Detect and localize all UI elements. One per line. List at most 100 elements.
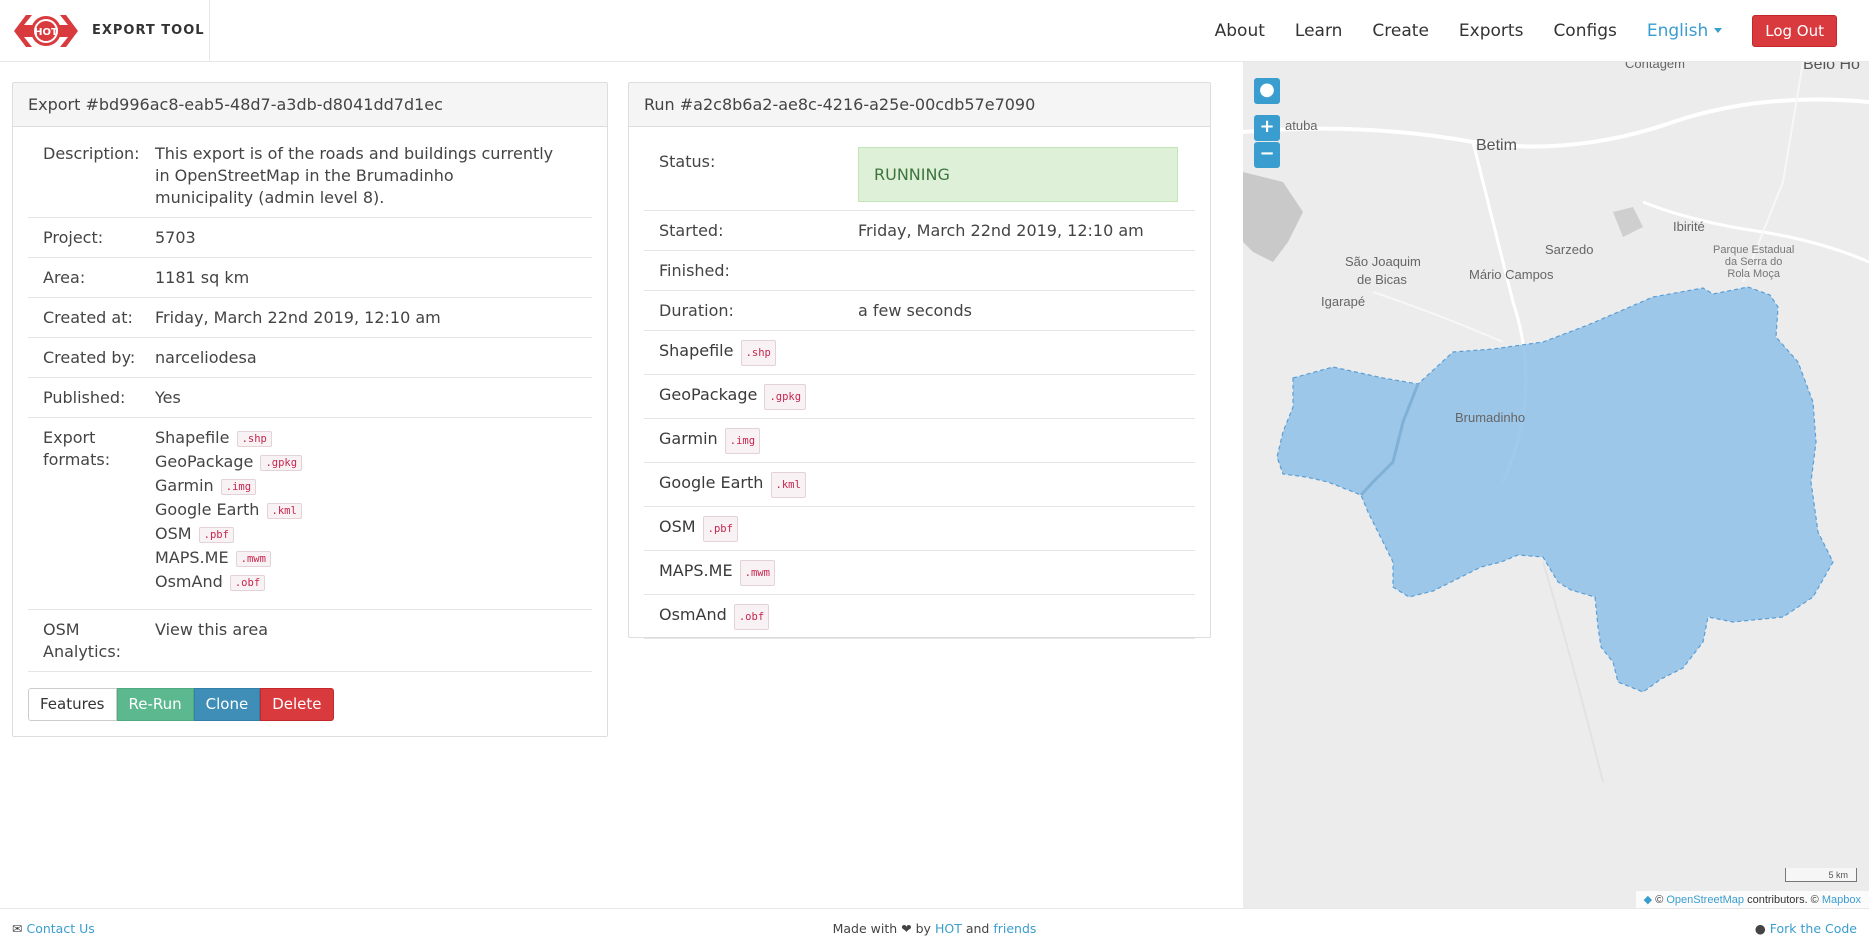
place-label: Ibirité [1673,219,1705,234]
created-at-label: Created at: [43,308,133,327]
description-value: This export is of the roads and building… [155,144,554,207]
mapbox-icon: ◆ [1643,894,1653,906]
file-ext: .shp [740,340,776,366]
format-name: Google Earth [155,500,260,519]
caret-down-icon [1714,28,1723,33]
export-formats-label: Export formats: [43,428,111,469]
place-label: Parque Estadual da Serra do Rola Moça [1713,244,1795,280]
format-item: MAPS.ME .mwm [155,547,302,571]
format-item: Shapefile .shp [155,427,302,451]
project-value: 5703 [155,228,196,247]
zoom-out-button[interactable]: − [1254,142,1280,168]
format-name: OSM [155,524,192,543]
rerun-button[interactable]: Re-Run [116,688,194,721]
file-ext: .kml [770,472,806,498]
zoom-in-button[interactable]: + [1254,115,1280,141]
format-ext: .obf [229,575,266,591]
place-label: atuba [1285,118,1318,133]
nav-create[interactable]: Create [1372,21,1429,41]
place-label: Brumadinho [1455,410,1526,425]
place-label: São Joaquim [1345,254,1421,269]
export-area-polygon [1276,286,1834,693]
format-item: OsmAnd .obf [155,571,302,595]
clone-button[interactable]: Clone [193,688,261,721]
format-name: Garmin [155,476,214,495]
fork-code[interactable]: ● Fork the Code [1755,921,1857,936]
nav-exports[interactable]: Exports [1459,21,1524,41]
language-dropdown[interactable]: English [1646,20,1723,41]
duration-label: Duration: [659,301,734,320]
github-icon: ● [1754,921,1766,936]
file-row: OSM .pbf [644,507,1195,551]
format-item: OSM .pbf [155,523,302,547]
started-value: Friday, March 22nd 2019, 12:10 am [858,221,1144,240]
file-ext: .obf [733,604,770,630]
road [1372,291,1504,343]
run-panel: Run #a2c8b6a2-ae8c-4216-a25e-00cdb57e709… [628,82,1211,639]
map-basemap [1243,62,1869,783]
file-name: OsmAnd [659,605,727,624]
format-ext: .gpkg [260,455,303,471]
place-label: Belo Ho [1803,62,1860,73]
file-ext: .img [724,428,761,454]
created-at-value: Friday, March 22nd 2019, 12:10 am [155,308,441,327]
file-row: Shapefile .shp [644,331,1195,375]
format-item: GeoPackage .gpkg [155,451,303,475]
format-name: Shapefile [155,428,230,447]
format-name: GeoPackage [155,452,254,471]
format-ext: .kml [266,503,302,519]
format-name: MAPS.ME [155,548,229,567]
features-button[interactable]: Features [28,688,117,721]
export-actions: Features Re-Run Clone Delete [28,688,592,721]
export-panel: Export #bd996ac8-eab5-48d7-a3db-d8041dd7… [12,82,608,737]
water-area [1613,207,1643,237]
description-label: Description: [43,144,140,163]
map-scale: 5 km [1785,868,1857,882]
format-item: Google Earth .kml [155,499,302,523]
mapbox-attribution-link[interactable]: Mapbox [1822,894,1861,906]
file-name: GeoPackage [659,385,758,404]
place-label: Contagem [1625,62,1685,71]
file-row: Google Earth .kml [644,463,1195,507]
format-ext: .mwm [235,551,271,567]
logout-button[interactable]: Log Out [1752,14,1837,47]
hot-link[interactable]: HOT [935,921,962,936]
area-label: Area: [43,268,86,287]
road [1243,97,1869,149]
svg-text:HOT: HOT [34,27,58,38]
file-ext: .mwm [739,560,775,586]
published-label: Published: [43,388,126,407]
language-label: English [1646,20,1709,41]
created-by-link[interactable]: narceliodesa [155,347,257,369]
view-area-link[interactable]: View this area [155,619,268,663]
brand[interactable]: HOT EXPORT TOOL [0,0,210,61]
run-title: Run #a2c8b6a2-ae8c-4216-a25e-00cdb57e709… [629,83,1210,127]
place-label: Mário Campos [1469,267,1554,282]
delete-button[interactable]: Delete [260,688,334,721]
project-label: Project: [43,228,104,247]
format-ext: .pbf [198,527,234,543]
nav-about[interactable]: About [1215,21,1265,41]
file-row: MAPS.ME .mwm [644,551,1195,595]
brand-title: EXPORT TOOL [92,23,205,38]
nav-learn[interactable]: Learn [1295,21,1343,41]
format-ext: .img [220,479,257,495]
map[interactable]: ● + − Contagem Belo Ho Betim Ibirité Sar… [1243,62,1869,908]
nav-configs[interactable]: Configs [1553,21,1616,41]
footer: ✉ Contact Us Made with ❤ by HOT and frie… [0,908,1869,948]
place-label: de Bicas [1357,272,1407,287]
file-name: Google Earth [659,473,764,492]
osm-analytics-label: OSM Analytics: [43,620,122,661]
file-name: MAPS.ME [659,561,733,580]
osm-attribution-link[interactable]: OpenStreetMap [1666,894,1744,906]
map-attribution: ◆ © OpenStreetMap contributors. © Mapbox [1635,891,1869,908]
format-name: OsmAnd [155,572,223,591]
export-title: Export #bd996ac8-eab5-48d7-a3db-d8041dd7… [13,83,607,127]
globe-icon[interactable]: ● [1254,78,1280,104]
file-row: GeoPackage .gpkg [644,375,1195,419]
fork-code-link[interactable]: Fork the Code [1770,921,1857,936]
friends-link[interactable]: friends [993,921,1036,936]
place-label: Sarzedo [1545,242,1594,257]
place-label: Igarapé [1321,294,1366,309]
format-item: Garmin .img [155,475,302,499]
